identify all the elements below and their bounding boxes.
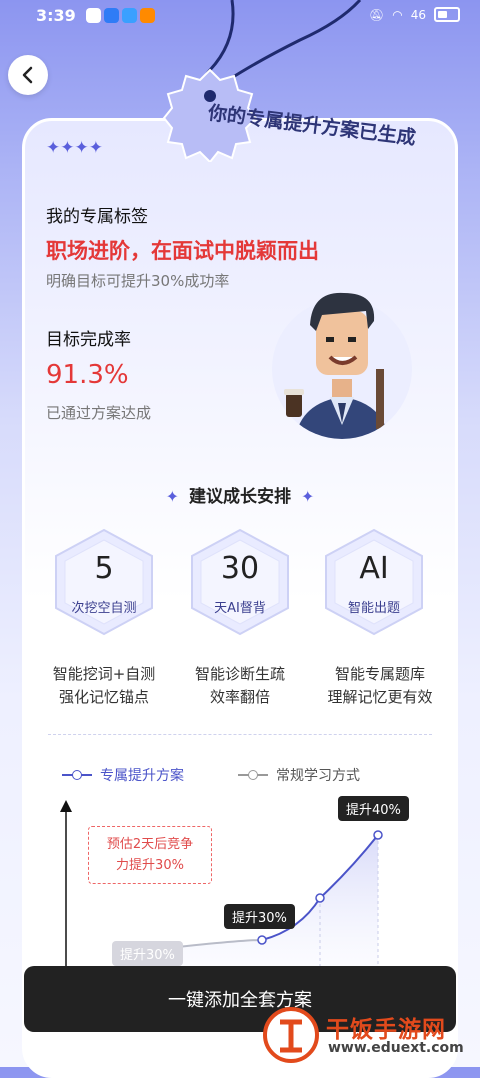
data-point [257, 935, 267, 945]
tag-label: 我的专属标签 [46, 207, 148, 227]
annotation-note: 预估2天后竞争 力提升30% [88, 826, 212, 884]
legend-line-icon [238, 770, 268, 780]
rate-value: 91.3% [46, 360, 129, 390]
feature-hex-ai-review: 30 天AI督背 [188, 527, 292, 637]
sparkle-icon: ✦ [301, 487, 315, 506]
feature-label: 次挖空自测 [71, 601, 137, 616]
data-label-custom-top: 提升40% [338, 796, 409, 821]
feature-label: 天AI督背 [214, 601, 266, 616]
data-point [373, 830, 383, 840]
feature-hex-ai-quiz: AI 智能出题 [322, 527, 426, 637]
feature-hex-selftest: 5 次挖空自测 [52, 527, 156, 637]
rate-label: 目标完成率 [46, 330, 131, 350]
site-logo-icon [263, 1007, 319, 1063]
feature-desc-ai-quiz: 智能专属题库 理解记忆更有效 [327, 665, 433, 706]
y-axis-arrow [60, 800, 72, 812]
feature-desc-selftest: 智能挖词+自测 强化记忆锚点 [52, 665, 156, 706]
tag-subtext: 明确目标可提升30%成功率 [46, 272, 230, 290]
feature-number: 30 [220, 551, 260, 586]
growth-section-title: ✦ 建议成长安排 ✦ [165, 487, 315, 507]
legend-custom-plan: 专属提升方案 [62, 765, 184, 785]
site-watermark: 干饭手游网 www.eduext.com [262, 1006, 472, 1064]
feature-number: AI [359, 551, 389, 586]
watermark-url: www.eduext.com [328, 1040, 464, 1056]
section-divider [48, 734, 432, 735]
back-button[interactable] [8, 55, 48, 95]
rate-subtext: 已通过方案达成 [46, 404, 152, 422]
watermark-text: 干饭手游网 [326, 1017, 446, 1043]
avatar [272, 292, 412, 439]
data-point [315, 893, 325, 903]
chevron-left-icon [22, 66, 33, 84]
stars-decoration: ✦✦✦✦ [46, 138, 103, 158]
data-label-custom-mid: 提升30% [224, 904, 295, 929]
tag-value: 职场进阶，在面试中脱颖而出 [46, 239, 319, 263]
feature-label: 智能出题 [347, 601, 400, 616]
data-label-regular: 提升30% [112, 941, 183, 966]
legend-line-icon [62, 770, 92, 780]
feature-desc-ai-review: 智能诊断生疏 效率翻倍 [194, 665, 285, 706]
sparkle-icon: ✦ [165, 487, 179, 506]
legend-regular-study: 常规学习方式 [238, 765, 360, 785]
feature-number: 5 [94, 551, 114, 586]
